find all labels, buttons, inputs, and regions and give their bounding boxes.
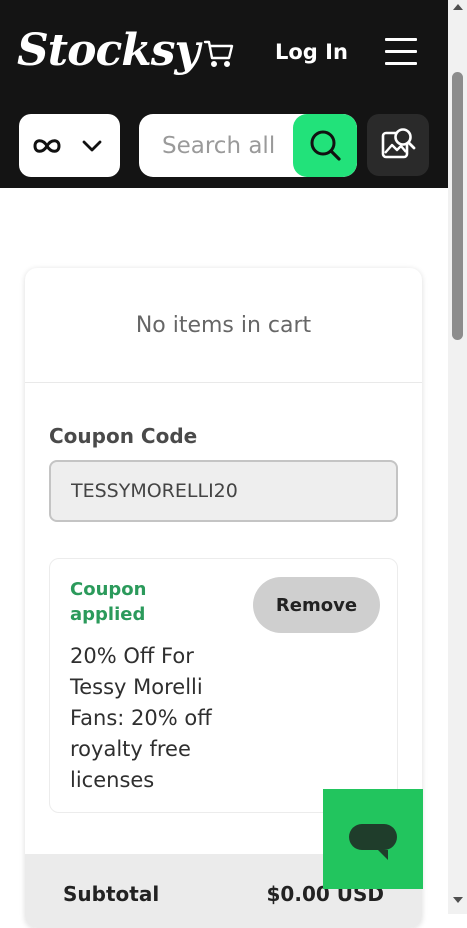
search-box: [139, 114, 357, 177]
search-icon: [310, 130, 341, 161]
scrollbar-thumb[interactable]: [452, 72, 463, 340]
chevron-down-icon: [82, 140, 102, 152]
image-search-icon: [381, 128, 416, 159]
coupon-code-label: Coupon Code: [49, 424, 198, 448]
chat-icon: [349, 824, 397, 850]
remove-coupon-button[interactable]: Remove: [253, 577, 380, 633]
scroll-down-arrow-icon[interactable]: [453, 897, 463, 903]
coupon-applied-panel: Coupon applied Remove 20% Off For Tessy …: [49, 558, 398, 813]
coupon-description: 20% Off For Tessy Morelli Fans: 20% off …: [70, 644, 212, 792]
menu-icon[interactable]: [385, 38, 417, 66]
subtotal-label: Subtotal: [63, 882, 160, 906]
stocksy-logo[interactable]: Stocksy: [17, 24, 200, 78]
infinity-icon: [33, 139, 61, 153]
scroll-up-arrow-icon[interactable]: [453, 4, 463, 10]
chat-bubble-tail: [378, 850, 388, 860]
image-search-button[interactable]: [367, 114, 429, 176]
login-link[interactable]: Log In: [275, 36, 348, 68]
coupon-code-field[interactable]: [49, 460, 398, 522]
search-input[interactable]: [139, 114, 293, 177]
cart-icon[interactable]: [203, 37, 235, 69]
search-button[interactable]: [293, 114, 357, 177]
chat-button[interactable]: [323, 789, 423, 889]
site-header: Stocksy Log In: [0, 0, 448, 188]
content-type-select[interactable]: [19, 114, 120, 177]
empty-cart-message: No items in cart: [25, 268, 422, 383]
coupon-status: Coupon applied: [70, 579, 147, 625]
